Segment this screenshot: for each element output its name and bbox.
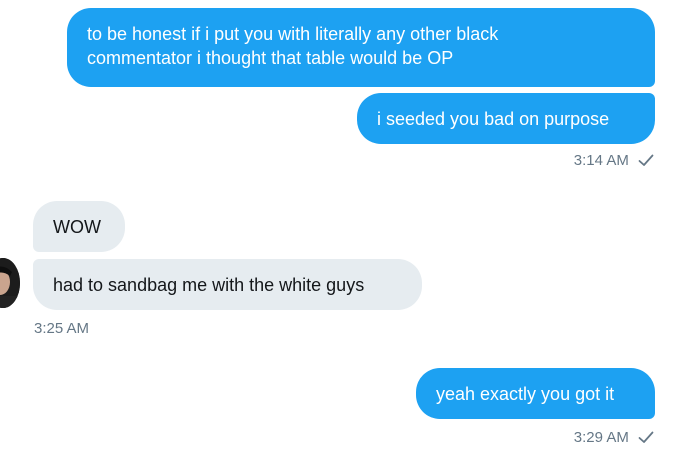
message-text-line: commentator i thought that table would b… — [87, 48, 454, 68]
message-text: yeah exactly you got it — [436, 384, 615, 404]
sent-message-bubble[interactable]: to be honest if i put you with literally… — [67, 8, 655, 87]
received-message-bubble[interactable]: had to sandbag me with the white guys — [33, 259, 422, 310]
message-timestamp: 3:29 AM — [574, 429, 654, 449]
message-text: WOW — [53, 217, 101, 237]
check-icon — [638, 154, 654, 172]
dm-conversation: to be honest if i put you with literally… — [0, 0, 676, 469]
message-text-line: to be honest if i put you with literally… — [87, 24, 499, 44]
timestamp-text: 3:29 AM — [573, 429, 629, 446]
received-message-bubble[interactable]: WOW — [33, 201, 125, 252]
sent-message-bubble[interactable]: yeah exactly you got it — [416, 368, 655, 419]
message-text: had to sandbag me with the white guys — [53, 275, 365, 295]
message-timestamp: 3:14 AM — [574, 152, 654, 172]
timestamp-text: 3:14 AM — [573, 152, 629, 169]
message-timestamp: 3:25 AM — [34, 320, 89, 338]
message-text: i seeded you bad on purpose — [377, 109, 610, 129]
sent-message-bubble[interactable]: i seeded you bad on purpose — [357, 93, 655, 144]
timestamp-text: 3:25 AM — [34, 320, 90, 337]
check-icon — [638, 431, 654, 449]
avatar[interactable] — [0, 258, 20, 308]
